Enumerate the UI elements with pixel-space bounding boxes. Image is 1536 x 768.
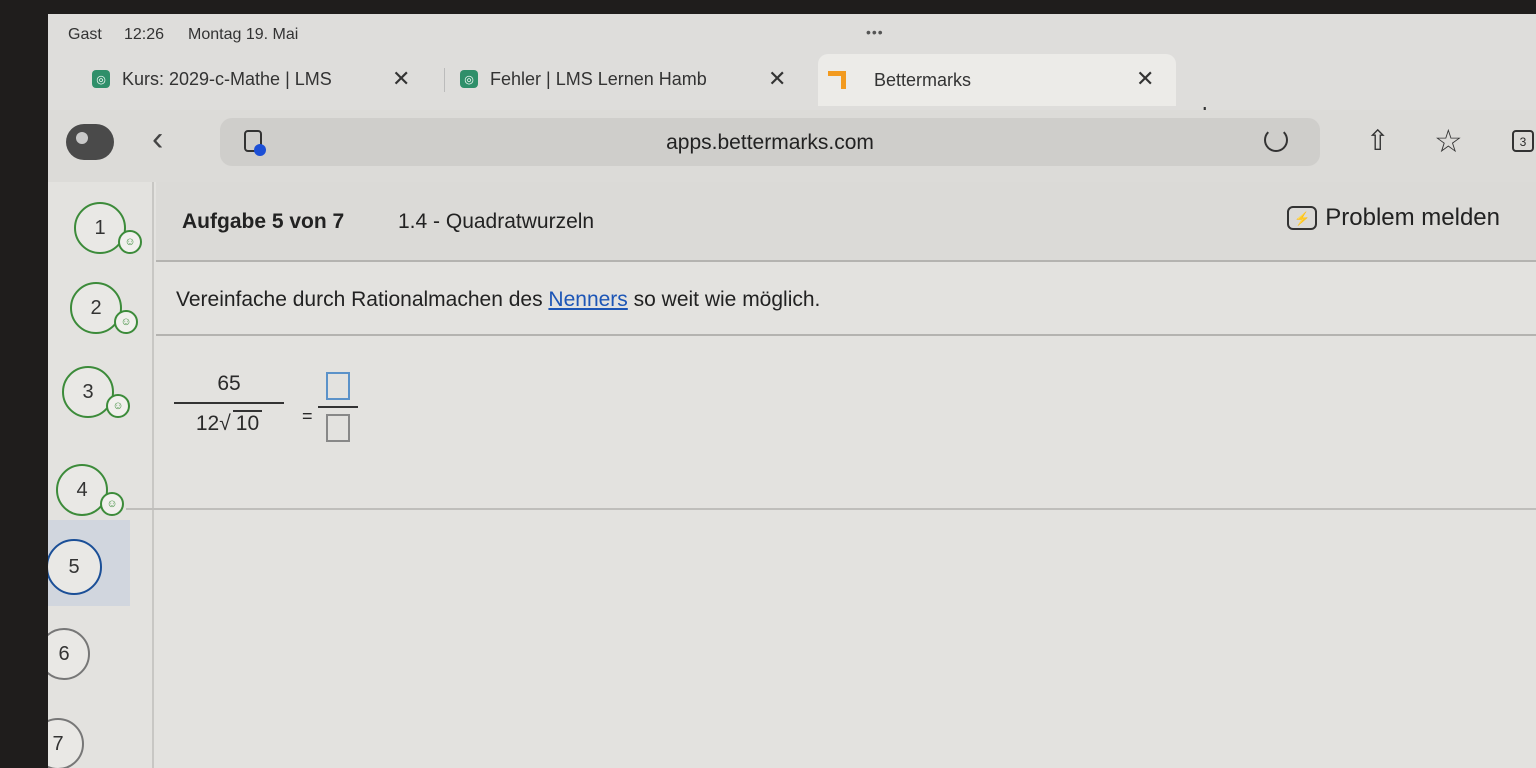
step-3[interactable]: 3 ☺ (62, 366, 130, 418)
step-1[interactable]: 1 ☺ (74, 202, 142, 254)
smiley-icon: ☺ (118, 230, 142, 254)
divider (126, 508, 1536, 510)
step-5[interactable]: 5 (48, 539, 102, 595)
equation: 65 12√ 10 = (174, 372, 394, 472)
exercise-main: Aufgabe 5 von 7 1.4 - Quadratwurzeln ⚡ P… (126, 182, 1536, 768)
answer-fraction (318, 372, 358, 442)
smiley-icon: ☺ (114, 310, 138, 334)
denominator-coefficient: 12 (195, 412, 220, 435)
share-icon[interactable]: ⇧ (1366, 124, 1389, 157)
tab-bar: ◎ Kurs: 2029-c-Mathe | LMS ✕ ◎ Fehler | … (48, 54, 1536, 131)
bookmark-star-icon[interactable]: ☆ (1434, 122, 1463, 160)
status-user: Gast (68, 26, 102, 43)
tab-bettermarks[interactable]: Bettermarks ✕ (818, 54, 1176, 106)
close-tab-icon[interactable]: ✕ (768, 66, 786, 92)
close-tab-icon[interactable]: ✕ (1136, 66, 1154, 92)
report-label: Problem melden (1325, 204, 1500, 231)
step-2[interactable]: 2 ☺ (70, 282, 138, 334)
fraction-bar (318, 406, 358, 408)
step-number: 1 (94, 216, 106, 239)
step-6[interactable]: 6 (48, 628, 90, 680)
equals-sign: = (302, 406, 313, 426)
divider (156, 334, 1536, 336)
radicand: 10 (232, 410, 263, 436)
step-number: 2 (90, 296, 102, 319)
tab-title: Bettermarks (874, 69, 972, 90)
profile-avatar-icon[interactable] (66, 124, 114, 160)
lms-favicon-icon: ◎ (460, 70, 478, 88)
tab-fehler[interactable]: ◎ Fehler | LMS Lernen Hamb ✕ (460, 56, 810, 102)
lms-favicon-icon: ◎ (92, 70, 110, 88)
status-time: 12:26 (124, 26, 165, 43)
smiley-icon: ☺ (100, 492, 124, 516)
fraction-bar (174, 402, 284, 404)
given-fraction: 65 12√ 10 (174, 372, 284, 436)
glossary-link-nenners[interactable]: Nenners (548, 288, 627, 311)
step-number: 4 (76, 478, 88, 501)
exercise-page: 1 ☺ 2 ☺ 3 ☺ 4 ☺ 5 6 7 Aufgabe 5 von 7 1.… (48, 182, 1536, 768)
status-bar: Gast 12:26 Montag 19. Mai ••• (48, 14, 1536, 52)
step-number: 5 (68, 555, 80, 578)
tab-divider (444, 68, 445, 92)
report-problem-button[interactable]: ⚡ Problem melden (1287, 204, 1500, 232)
browser-toolbar: ‹ apps.bettermarks.com ⇧ ☆ 3 (48, 110, 1536, 182)
step-number: 7 (52, 732, 64, 755)
report-icon: ⚡ (1287, 206, 1318, 230)
exercise-header: Aufgabe 5 von 7 1.4 - Quadratwurzeln ⚡ P… (156, 182, 1536, 262)
smiley-icon: ☺ (106, 394, 130, 418)
step-number: 3 (82, 380, 94, 403)
close-tab-icon[interactable]: ✕ (392, 66, 410, 92)
instruction-text: so weit wie möglich. (633, 288, 821, 311)
address-bar[interactable]: apps.bettermarks.com (220, 118, 1320, 166)
task-number: Aufgabe 5 von 7 (182, 210, 345, 233)
numerator-input[interactable] (326, 372, 350, 400)
radical-icon: √ (219, 412, 231, 435)
url-text: apps.bettermarks.com (666, 131, 874, 154)
tab-kurs[interactable]: ◎ Kurs: 2029-c-Mathe | LMS ✕ (92, 56, 422, 102)
tab-title: Fehler | LMS Lernen Hamb (490, 68, 707, 89)
task-topic: 1.4 - Quadratwurzeln (398, 210, 595, 233)
step-number: 6 (58, 642, 70, 665)
tab-overview-button[interactable]: 3 (1512, 130, 1534, 152)
fraction-numerator: 65 (217, 372, 241, 395)
bettermarks-logo-icon (828, 71, 846, 89)
status-date: Montag 19. Mai (188, 26, 299, 43)
multitask-dots-icon[interactable]: ••• (866, 24, 884, 40)
tab-title: Kurs: 2029-c-Mathe | LMS (122, 68, 332, 89)
reload-icon[interactable] (1264, 128, 1288, 152)
step-7[interactable]: 7 (48, 718, 84, 768)
back-button[interactable]: ‹ (152, 120, 163, 159)
instruction-text: Vereinfache durch Rationalmachen des (176, 288, 543, 311)
step-sidebar: 1 ☺ 2 ☺ 3 ☺ 4 ☺ 5 6 7 (48, 182, 154, 768)
task-instruction: Vereinfache durch Rationalmachen des Nen… (176, 288, 820, 312)
ipad-screen: Gast 12:26 Montag 19. Mai ••• ◎ Kurs: 20… (48, 14, 1536, 768)
step-4[interactable]: 4 ☺ (56, 464, 124, 516)
fraction-denominator: 12√ 10 (174, 410, 284, 436)
denominator-input[interactable] (326, 414, 350, 442)
